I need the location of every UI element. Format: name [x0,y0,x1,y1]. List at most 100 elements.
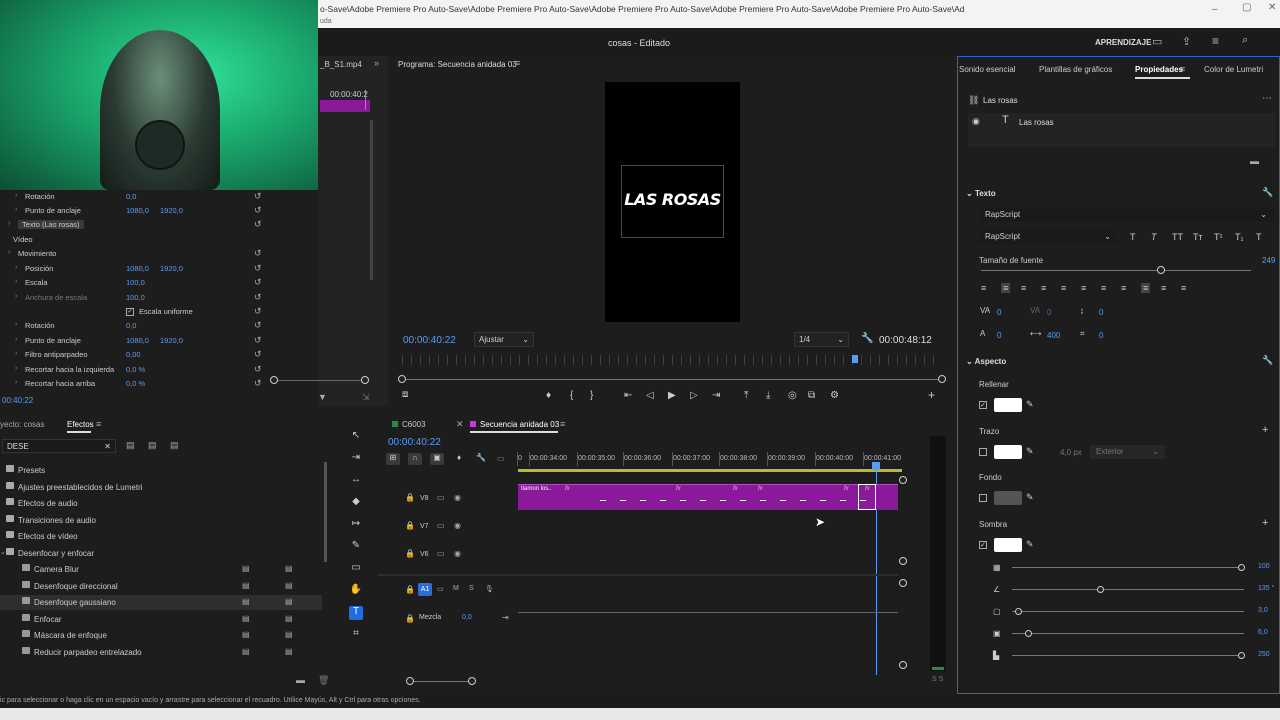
vertical-zoom-bottom[interactable] [899,557,907,565]
background-color-swatch[interactable] [994,491,1022,505]
timeline-scrollbar[interactable] [410,681,472,682]
eye-icon[interactable]: ◉ [972,116,980,127]
ec-row-value-1[interactable]: 0,0 % [126,379,145,388]
disclosure-triangle-icon[interactable]: › [15,379,17,386]
leading-value[interactable]: 0 [997,331,1001,340]
appearance-wrench-icon[interactable]: 🔧 [1262,355,1273,366]
tsume-value[interactable]: 400 [1047,331,1060,340]
selection-tool-icon[interactable]: ↖ [349,430,363,444]
zoom-left-handle[interactable] [398,375,406,383]
font-size-slider[interactable] [981,270,1251,271]
reset-icon[interactable]: ↺ [254,364,262,375]
accelerated-filter-icon[interactable]: ▤ [126,440,135,451]
stroke-checkbox[interactable] [979,448,987,456]
program-playhead[interactable] [852,355,858,363]
ec-slider-left-handle[interactable] [270,376,278,384]
tab-sequence[interactable]: Secuencia anidada 03 [470,420,559,429]
go-to-in-icon[interactable]: ⇤ [624,390,632,401]
lock-icon[interactable]: 🔒 [405,493,415,502]
timeline-menu-icon[interactable]: ≡ [560,419,565,429]
tree-item[interactable]: Máscara de enfoque [34,631,107,640]
eye-icon[interactable]: ◉ [454,549,461,558]
minimize-button[interactable]: – [1212,4,1218,15]
hand-tool-icon[interactable]: ✋ [349,584,363,598]
align-icon[interactable]: ≡ [1161,283,1166,293]
eye-icon[interactable]: ◉ [454,493,461,502]
baseline-value[interactable]: 0 [1099,308,1103,317]
mute-icon[interactable]: M [453,585,459,592]
tree-item[interactable]: Desenfoque gaussiano [34,598,116,607]
tab-project[interactable]: yecto: cosas [0,420,44,429]
eye-icon[interactable]: ◉ [454,521,461,530]
sync-icon[interactable]: ▭ [437,549,445,558]
ec-row-value-1[interactable]: 100,0 [126,278,145,287]
timeline-scroll-left[interactable] [406,677,414,685]
zoom-right-handle[interactable] [938,375,946,383]
solo-icon[interactable]: S [469,585,474,592]
uniform-scale-checkbox[interactable]: ✓ [126,308,134,316]
reset-icon[interactable]: ↺ [254,205,262,216]
new-folder-icon[interactable]: ▬ [1250,156,1259,166]
shadow-distance-slider[interactable] [1012,611,1244,612]
disclosure-triangle-icon[interactable]: › [15,206,17,213]
ec-row-value-2[interactable]: 1920,0 [160,264,183,273]
lock-icon[interactable]: 🔒 [405,585,415,594]
reset-icon[interactable]: ↺ [254,292,262,303]
compare-icon[interactable]: ⧉ [808,390,815,401]
zoom-bar[interactable] [402,379,942,380]
maximize-button[interactable]: ▢ [1242,2,1251,13]
panel-expand-icon[interactable]: » [374,58,379,68]
ec-slider[interactable] [274,380,368,381]
export-icon[interactable]: ⇲ [362,392,370,403]
fit-dropdown[interactable]: Ajustar ⌄ [474,332,534,347]
disclosure-triangle-icon[interactable]: › [8,249,10,256]
lock-icon[interactable]: 🔒 [405,549,415,558]
type-style-icon[interactable]: T [1256,232,1262,242]
reset-icon[interactable]: ↺ [254,219,262,230]
fill-checkbox[interactable]: ✓ [979,401,987,409]
text-wrench-icon[interactable]: 🔧 [1262,187,1273,198]
align-icon[interactable]: ≡ [1101,283,1106,293]
align-icon[interactable]: ≡ [1061,283,1066,293]
razor-tool-icon[interactable]: ◆ [349,496,363,510]
effects-scrollbar[interactable] [324,462,327,562]
filter-icon[interactable]: ▼ [318,392,327,402]
shadow-size-slider[interactable] [1012,633,1244,634]
section-appearance-header[interactable]: ⌄ Aspecto [966,357,1006,366]
clip-v8[interactable] [518,484,898,510]
disclosure-triangle-icon[interactable]: › [15,264,17,271]
tab-effects[interactable]: Efectos [67,420,94,429]
tab-c6003[interactable]: C6003 [392,420,426,429]
tab-plantillas-de-gr-ficos[interactable]: Plantillas de gráficos [1039,65,1112,74]
tab-color-de-lumetri[interactable]: Color de Lumetri [1204,65,1263,74]
shadow-angle-slider[interactable] [1012,589,1244,590]
delete-icon[interactable]: 🗑 [318,675,329,686]
new-bin-icon[interactable]: ▬ [296,675,305,685]
tree-item[interactable]: Desenfocar y enfocar [18,549,94,558]
workspace-menu-icon[interactable]: ▭ [1152,35,1162,48]
disclosure-triangle-icon[interactable]: › [8,220,10,227]
step-forward-icon[interactable]: ▷ [690,390,698,401]
chevron-down-icon[interactable]: ⌄ [0,548,6,556]
stroke-color-swatch[interactable] [994,445,1022,459]
shadow-opacity-slider[interactable] [1012,567,1244,568]
effects-search-input[interactable]: DESE [7,442,29,451]
shadow-opacity-knob[interactable] [1238,564,1245,571]
ec-row-value-1[interactable]: 0,0 % [126,365,145,374]
tree-item[interactable]: Camera Blur [34,565,79,574]
font-style-dropdown[interactable]: RapScript ⌄ [979,230,1117,244]
type-style-icon[interactable]: Tт [1193,232,1203,242]
shadow-checkbox[interactable]: ✓ [979,541,987,549]
align-icon[interactable]: ≡ [1041,283,1046,293]
workspace-button[interactable]: APRENDIZAJE [1095,38,1151,47]
disclosure-triangle-icon[interactable]: › [15,321,17,328]
kerning-value[interactable]: 0 [1047,308,1051,317]
safe-margins-icon[interactable]: ⧈ [402,389,408,400]
type-style-icon[interactable]: T¹ [1214,232,1223,242]
ripple-tool-icon[interactable]: ↔ [349,474,363,488]
step-back-icon[interactable]: ◁ [646,390,654,401]
timeline-tool-icon[interactable]: ♦ [452,453,466,465]
captions-icon[interactable]: ▭ [497,454,505,463]
align-icon[interactable]: ≡ [1021,283,1026,293]
tab-sonido-esencial[interactable]: Sonido esencial [959,65,1015,74]
